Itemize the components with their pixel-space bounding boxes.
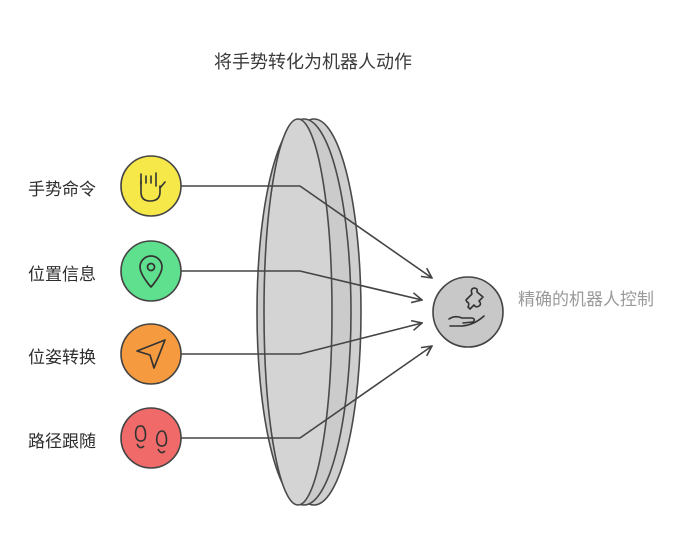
output-node (432, 276, 504, 348)
output-label: 精确的机器人控制 (518, 290, 654, 310)
input-label-gesture: 手势命令 (28, 180, 96, 200)
input-node-position (120, 240, 182, 302)
input-circle-1 (120, 155, 182, 217)
input-circle-3 (120, 323, 182, 385)
input-node-gesture (120, 155, 182, 217)
flow-diagram (120, 118, 504, 506)
output-circle (432, 276, 504, 348)
input-label-pose: 位姿转换 (28, 348, 96, 368)
input-label-path: 路径跟随 (28, 432, 96, 452)
input-label-position: 位置信息 (28, 265, 96, 285)
lens-shape (256, 118, 362, 506)
input-node-path (120, 407, 182, 469)
input-node-pose (120, 323, 182, 385)
input-circle-4 (120, 407, 182, 469)
